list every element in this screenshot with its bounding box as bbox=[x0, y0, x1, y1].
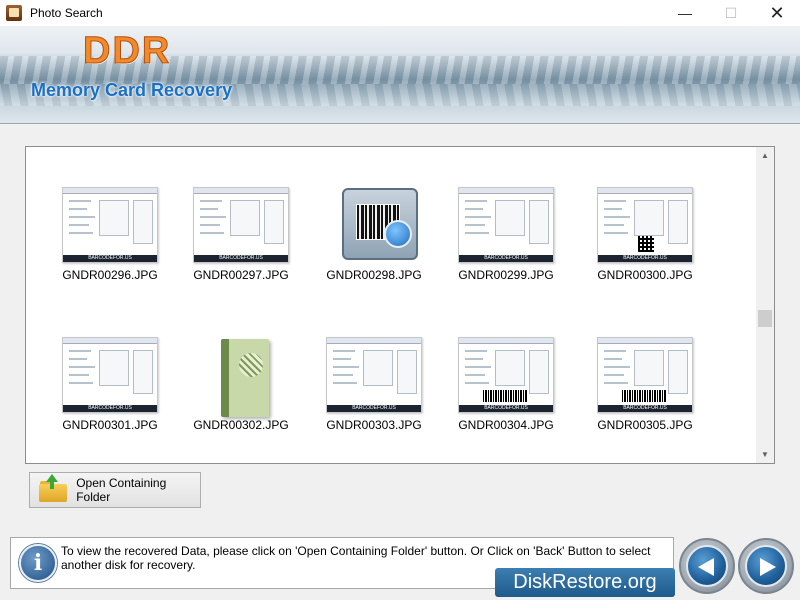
thumb-footer: BARCODEFOR.US bbox=[459, 405, 553, 412]
info-icon: i bbox=[19, 544, 57, 582]
screenshot-thumbnail-image: BARCODEFOR.US bbox=[62, 187, 158, 263]
file-thumbnail[interactable]: BARCODEFOR.US GNDR00304.JPG bbox=[451, 337, 561, 447]
screenshot-thumbnail-image: BARCODEFOR.US bbox=[326, 337, 422, 413]
file-thumbnail[interactable]: BARCODEFOR.US GNDR00300.JPG bbox=[590, 187, 700, 297]
minimize-icon: — bbox=[678, 5, 692, 21]
next-button[interactable] bbox=[738, 538, 794, 594]
scroll-up-button[interactable]: ▲ bbox=[756, 147, 774, 164]
file-name-label: GNDR00299.JPG bbox=[458, 268, 554, 282]
minimize-button[interactable]: — bbox=[662, 0, 708, 26]
file-name-label: GNDR00304.JPG bbox=[458, 418, 554, 432]
close-icon: ✕ bbox=[769, 2, 785, 23]
file-thumbnail[interactable]: BARCODEFOR.US GNDR00299.JPG bbox=[451, 187, 561, 297]
maximize-icon: ☐ bbox=[724, 4, 738, 21]
title-bar: Photo Search — ☐ ✕ bbox=[0, 0, 800, 26]
thumb-footer: BARCODEFOR.US bbox=[63, 255, 157, 262]
file-name-label: GNDR00298.JPG bbox=[326, 268, 422, 282]
window-controls: — ☐ ✕ bbox=[662, 0, 800, 26]
thumb-footer: BARCODEFOR.US bbox=[459, 255, 553, 262]
screenshot-thumbnail-image: BARCODEFOR.US bbox=[458, 337, 554, 413]
file-name-label: GNDR00300.JPG bbox=[597, 268, 693, 282]
screenshot-thumbnail-image: BARCODEFOR.US bbox=[597, 187, 693, 263]
thumbnail-grid: BARCODEFOR.US GNDR00296.JPG BARCODEFOR.US G… bbox=[26, 147, 756, 463]
software-box-thumbnail-image bbox=[221, 339, 269, 417]
file-thumbnail[interactable]: BARCODEFOR.US GNDR00296.JPG bbox=[55, 187, 165, 297]
file-name-label: GNDR00305.JPG bbox=[597, 418, 693, 432]
file-thumbnail[interactable]: BARCODEFOR.US GNDR00303.JPG bbox=[319, 337, 429, 447]
thumb-footer: BARCODEFOR.US bbox=[63, 405, 157, 412]
back-button[interactable] bbox=[679, 538, 735, 594]
file-name-label: GNDR00303.JPG bbox=[326, 418, 422, 432]
screenshot-thumbnail-image: BARCODEFOR.US bbox=[597, 337, 693, 413]
product-title: Memory Card Recovery bbox=[31, 80, 233, 100]
open-folder-label: Open Containing Folder bbox=[76, 476, 167, 504]
file-name-label: GNDR00302.JPG bbox=[193, 418, 289, 432]
scroll-down-button[interactable]: ▼ bbox=[756, 446, 774, 463]
chevron-down-icon: ▼ bbox=[761, 450, 769, 459]
file-name-label: GNDR00301.JPG bbox=[62, 418, 158, 432]
file-thumbnail[interactable]: BARCODEFOR.US GNDR00297.JPG bbox=[186, 187, 296, 297]
file-thumbnail[interactable]: GNDR00298.JPG bbox=[319, 187, 429, 297]
thumb-footer: BARCODEFOR.US bbox=[598, 405, 692, 412]
maximize-button[interactable]: ☐ bbox=[708, 0, 754, 26]
vertical-scrollbar[interactable]: ▲ ▼ bbox=[756, 147, 774, 463]
close-button[interactable]: ✕ bbox=[754, 0, 800, 26]
scrollbar-thumb[interactable] bbox=[758, 310, 772, 327]
arrow-left-icon bbox=[698, 558, 714, 576]
thumb-footer: BARCODEFOR.US bbox=[598, 255, 692, 262]
ddr-logo: DDR bbox=[82, 30, 172, 73]
file-name-label: GNDR00296.JPG bbox=[62, 268, 158, 282]
open-containing-folder-button[interactable]: Open Containing Folder bbox=[29, 472, 201, 508]
screenshot-thumbnail-image: BARCODEFOR.US bbox=[458, 187, 554, 263]
folder-open-icon bbox=[39, 474, 67, 502]
file-thumbnail[interactable]: GNDR00302.JPG bbox=[186, 337, 296, 447]
screenshot-thumbnail-image: BARCODEFOR.US bbox=[62, 337, 158, 413]
window-title: Photo Search bbox=[30, 6, 103, 20]
diskrestore-brand: DiskRestore.org bbox=[495, 568, 675, 597]
screenshot-thumbnail-image: BARCODEFOR.US bbox=[193, 187, 289, 263]
header-banner: DDR Memory Card Recovery bbox=[0, 26, 800, 124]
file-thumbnail[interactable]: BARCODEFOR.US GNDR00301.JPG bbox=[55, 337, 165, 447]
chevron-up-icon: ▲ bbox=[761, 151, 769, 160]
file-thumbnail[interactable]: BARCODEFOR.US GNDR00305.JPG bbox=[590, 337, 700, 447]
thumb-footer: BARCODEFOR.US bbox=[327, 405, 421, 412]
recovered-files-panel: BARCODEFOR.US GNDR00296.JPG BARCODEFOR.US G… bbox=[25, 146, 775, 464]
file-name-label: GNDR00297.JPG bbox=[193, 268, 289, 282]
thumb-footer: BARCODEFOR.US bbox=[194, 255, 288, 262]
arrow-right-icon bbox=[760, 558, 776, 576]
app-icon bbox=[6, 5, 22, 21]
barcode-app-thumbnail-image bbox=[342, 188, 418, 260]
